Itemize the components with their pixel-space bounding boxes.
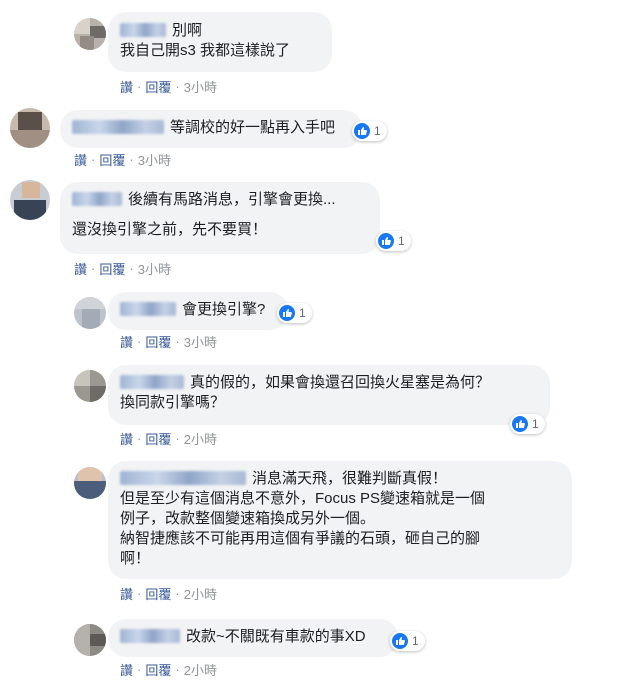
- comment-text: 換同款引擎嗎？: [120, 394, 226, 411]
- reply-link[interactable]: 回覆: [145, 584, 171, 603]
- reply-link[interactable]: 回覆: [145, 77, 171, 96]
- comment-text: 等調校的好一點再入手吧: [170, 119, 336, 136]
- comment-bubble: 會更換引擎?: [108, 292, 288, 330]
- timestamp[interactable]: 2小時: [184, 584, 217, 603]
- like-thumb-icon: [392, 633, 408, 649]
- author-name[interactable]: [120, 629, 180, 643]
- comment-text: 例子，改款整個變速箱換成另外一個。: [120, 510, 376, 527]
- reaction-count[interactable]: 1: [352, 121, 387, 141]
- like-thumb-icon: [354, 123, 370, 139]
- reaction-count[interactable]: 1: [390, 631, 425, 651]
- timestamp[interactable]: 3小時: [184, 77, 217, 96]
- reaction-count[interactable]: 1: [376, 231, 411, 251]
- comment-actions: 讚 · 回覆 · 2小時: [120, 429, 217, 448]
- comment-text: 會更換引擎?: [182, 301, 266, 318]
- avatar[interactable]: [74, 297, 106, 329]
- avatar[interactable]: [74, 467, 106, 499]
- like-link[interactable]: 讚: [120, 660, 133, 679]
- comment-bubble: 後續有馬路消息，引擎會更換... 還沒換引擎之前，先不要買！: [60, 182, 380, 254]
- timestamp[interactable]: 3小時: [184, 332, 217, 351]
- comment-text: 改款~不關既有車款的事XD: [186, 628, 366, 645]
- comment-actions: 讚 · 回覆 · 2小時: [120, 660, 217, 679]
- comment-text: 別啊: [172, 22, 203, 39]
- comment-actions: 讚 · 回覆 · 3小時: [74, 259, 171, 278]
- like-link[interactable]: 讚: [120, 77, 133, 96]
- like-link[interactable]: 讚: [120, 584, 133, 603]
- like-thumb-icon: [512, 416, 528, 432]
- comment-bubble: 等調校的好一點再入手吧: [60, 110, 362, 148]
- author-name[interactable]: [72, 192, 122, 206]
- comment-bubble: 別啊 我自己開s3 我都這樣說了: [108, 12, 332, 72]
- reaction-count[interactable]: 1: [510, 414, 545, 434]
- comment-text: 後續有馬路消息，引擎會更換...: [128, 191, 336, 208]
- reply-link[interactable]: 回覆: [99, 150, 125, 169]
- like-link[interactable]: 讚: [74, 259, 87, 278]
- avatar[interactable]: [74, 18, 106, 50]
- comment-text: 消息滿天飛，很難判斷真假！: [252, 470, 448, 487]
- avatar[interactable]: [74, 624, 106, 656]
- like-link[interactable]: 讚: [120, 332, 133, 351]
- avatar[interactable]: [10, 108, 50, 148]
- comment-actions: 讚 · 回覆 · 2小時: [120, 584, 217, 603]
- avatar[interactable]: [10, 180, 50, 220]
- comment-actions: 讚 · 回覆 · 3小時: [120, 77, 217, 96]
- comment-bubble: 改款~不關既有車款的事XD: [108, 619, 398, 657]
- author-name[interactable]: [120, 302, 176, 316]
- comment-actions: 讚 · 回覆 · 3小時: [120, 332, 217, 351]
- reply-link[interactable]: 回覆: [145, 429, 171, 448]
- timestamp[interactable]: 2小時: [184, 429, 217, 448]
- like-thumb-icon: [279, 305, 295, 321]
- author-name[interactable]: [72, 120, 164, 134]
- comment-text: 還沒換引擎之前，先不要買！: [72, 221, 268, 238]
- author-name[interactable]: [120, 471, 246, 485]
- comment-text: 啊！: [120, 550, 151, 567]
- comment-bubble: 消息滿天飛，很難判斷真假！ 但是至少有這個消息不意外，Focus PS變速箱就是…: [108, 461, 572, 579]
- avatar[interactable]: [74, 370, 106, 402]
- comment-text: 真的假的，如果會換還召回換火星塞是為何？: [190, 374, 491, 391]
- comment-text: 我自己開s3 我都這樣說了: [120, 42, 291, 59]
- comment-text: 但是至少有這個消息不意外，Focus PS變速箱就是一個: [120, 490, 486, 507]
- timestamp[interactable]: 2小時: [184, 660, 217, 679]
- reply-link[interactable]: 回覆: [99, 259, 125, 278]
- comment-bubble: 真的假的，如果會換還召回換火星塞是為何？ 換同款引擎嗎？: [108, 365, 550, 425]
- comment-actions: 讚 · 回覆 · 3小時: [74, 150, 171, 169]
- like-link[interactable]: 讚: [120, 429, 133, 448]
- like-thumb-icon: [378, 233, 394, 249]
- comment-text: 納智捷應該不可能再用這個有爭議的石頭，砸自己的腳: [120, 530, 481, 547]
- timestamp[interactable]: 3小時: [138, 259, 171, 278]
- timestamp[interactable]: 3小時: [138, 150, 171, 169]
- reply-link[interactable]: 回覆: [145, 332, 171, 351]
- reaction-count[interactable]: 1: [277, 303, 312, 323]
- like-link[interactable]: 讚: [74, 150, 87, 169]
- reply-link[interactable]: 回覆: [145, 660, 171, 679]
- author-name[interactable]: [120, 375, 184, 389]
- author-name[interactable]: [120, 23, 166, 37]
